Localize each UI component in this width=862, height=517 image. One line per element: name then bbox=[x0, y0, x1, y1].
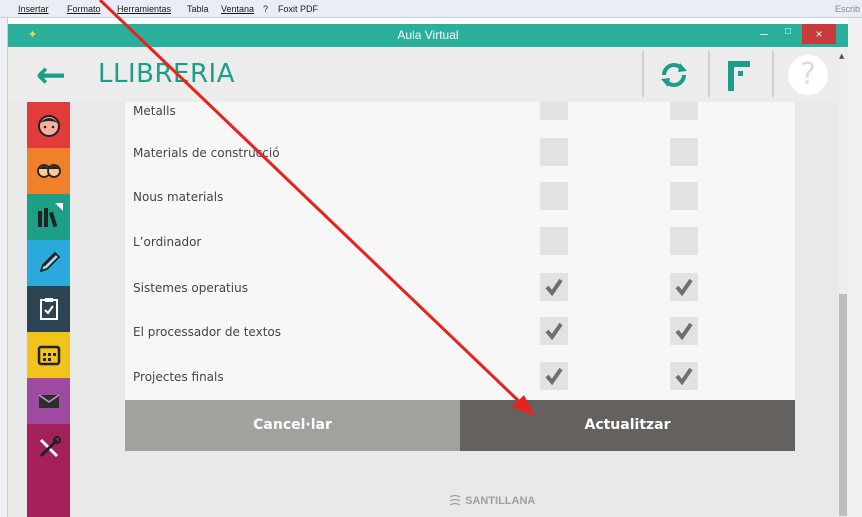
refresh-button[interactable] bbox=[656, 57, 692, 93]
sidebar-item-library[interactable] bbox=[27, 194, 70, 240]
sidebar-item-tools[interactable] bbox=[27, 424, 70, 517]
minimize-button[interactable]: – bbox=[752, 26, 776, 44]
menu-foxit[interactable]: Foxit PDF bbox=[278, 4, 318, 14]
flag-icon bbox=[728, 61, 750, 91]
app-window: ✦ Aula Virtual – □ × ← LLIBRERIA ? ▲ Met… bbox=[8, 24, 848, 517]
checkbox-col2[interactable] bbox=[670, 227, 698, 255]
menu-insertar[interactable]: Insertar bbox=[18, 4, 49, 14]
calendar-icon bbox=[37, 345, 60, 366]
header-divider bbox=[708, 51, 710, 97]
tools-icon bbox=[39, 436, 61, 458]
word-menubar: Insertar Formato Herramientas Tabla Vent… bbox=[0, 0, 862, 18]
row-label: Sistemes operatius bbox=[133, 281, 248, 295]
row-label: Projectes finals bbox=[133, 370, 224, 384]
checkmark-icon bbox=[675, 367, 693, 386]
close-button[interactable]: × bbox=[802, 24, 836, 44]
header-divider bbox=[772, 51, 774, 97]
maximize-button[interactable]: □ bbox=[776, 26, 800, 44]
title-bar: ✦ Aula Virtual – □ × bbox=[8, 24, 848, 47]
books-icon bbox=[37, 203, 63, 228]
sidebar-item-calendar[interactable] bbox=[27, 332, 70, 378]
row-label: Nous materials bbox=[133, 190, 224, 204]
face-icon bbox=[37, 115, 60, 137]
checkmark-icon bbox=[675, 322, 693, 341]
row-label: Materials de construcció bbox=[133, 146, 280, 160]
row-label: El processador de textos bbox=[133, 325, 281, 339]
checkmark-icon bbox=[545, 278, 563, 297]
santillana-logo: SANTILLANA bbox=[448, 494, 548, 516]
sidebar-item-tasks[interactable] bbox=[27, 286, 70, 332]
checkmark-icon bbox=[675, 278, 693, 297]
checkbox-col1[interactable] bbox=[540, 273, 568, 301]
flag-button[interactable] bbox=[724, 57, 754, 93]
checkbox-col2[interactable] bbox=[670, 102, 698, 120]
menu-help[interactable]: ? bbox=[263, 4, 268, 14]
checkmark-icon bbox=[545, 322, 563, 341]
scroll-up-icon[interactable]: ▲ bbox=[839, 52, 844, 60]
page-title: LLIBRERIA bbox=[98, 59, 235, 89]
menu-tabla[interactable]: Tabla bbox=[187, 4, 209, 14]
checkmark-icon bbox=[545, 367, 563, 386]
sidebar-item-groups[interactable] bbox=[27, 148, 70, 194]
checkbox-col1[interactable] bbox=[540, 138, 568, 166]
footer-brand: SANTILLANA bbox=[465, 494, 536, 507]
mail-icon bbox=[38, 394, 59, 408]
vertical-scrollbar[interactable]: ▲ bbox=[838, 50, 848, 517]
menu-formato[interactable]: Formato bbox=[67, 4, 101, 14]
menu-ventana[interactable]: Ventana bbox=[221, 4, 254, 14]
checkbox-col1[interactable] bbox=[540, 227, 568, 255]
cancel-button[interactable]: Cancel·lar bbox=[125, 400, 460, 451]
word-left-strip bbox=[0, 18, 8, 517]
checkbox-col2[interactable] bbox=[670, 138, 698, 166]
clipboard-icon bbox=[39, 298, 58, 320]
checkbox-col1[interactable] bbox=[540, 102, 568, 120]
pencil-icon bbox=[39, 251, 60, 273]
checkbox-col2[interactable] bbox=[670, 362, 698, 390]
row-label: L’ordinador bbox=[133, 235, 202, 249]
word-right-strip bbox=[848, 18, 862, 517]
santillana-swirl-icon bbox=[449, 494, 461, 506]
refresh-icon bbox=[661, 63, 687, 87]
checkbox-col2[interactable] bbox=[670, 182, 698, 210]
menu-herramientas[interactable]: Herramientas bbox=[117, 4, 171, 14]
checkbox-col1[interactable] bbox=[540, 362, 568, 390]
update-button[interactable]: Actualitzar bbox=[460, 400, 795, 451]
content-card: Metalls Materials de construcció Nous ma… bbox=[125, 102, 795, 400]
scrollbar-thumb[interactable] bbox=[839, 294, 847, 516]
app-header: ← LLIBRERIA ? bbox=[8, 47, 848, 102]
sidebar-item-messages[interactable] bbox=[27, 378, 70, 424]
group-icon bbox=[36, 164, 61, 178]
checkbox-col2[interactable] bbox=[670, 317, 698, 345]
word-right-text: Escrib bbox=[834, 4, 860, 14]
checkbox-col1[interactable] bbox=[540, 317, 568, 345]
help-button[interactable]: ? bbox=[788, 55, 828, 95]
back-arrow-button[interactable]: ← bbox=[36, 58, 74, 94]
sidebar-item-activities[interactable] bbox=[27, 240, 70, 286]
sidebar-item-profile[interactable] bbox=[27, 102, 70, 148]
row-label: Metalls bbox=[133, 104, 176, 118]
checkbox-col1[interactable] bbox=[540, 182, 568, 210]
window-title: Aula Virtual bbox=[397, 28, 459, 42]
sidebar bbox=[27, 102, 70, 517]
header-divider bbox=[642, 51, 644, 97]
checkbox-col2[interactable] bbox=[670, 273, 698, 301]
